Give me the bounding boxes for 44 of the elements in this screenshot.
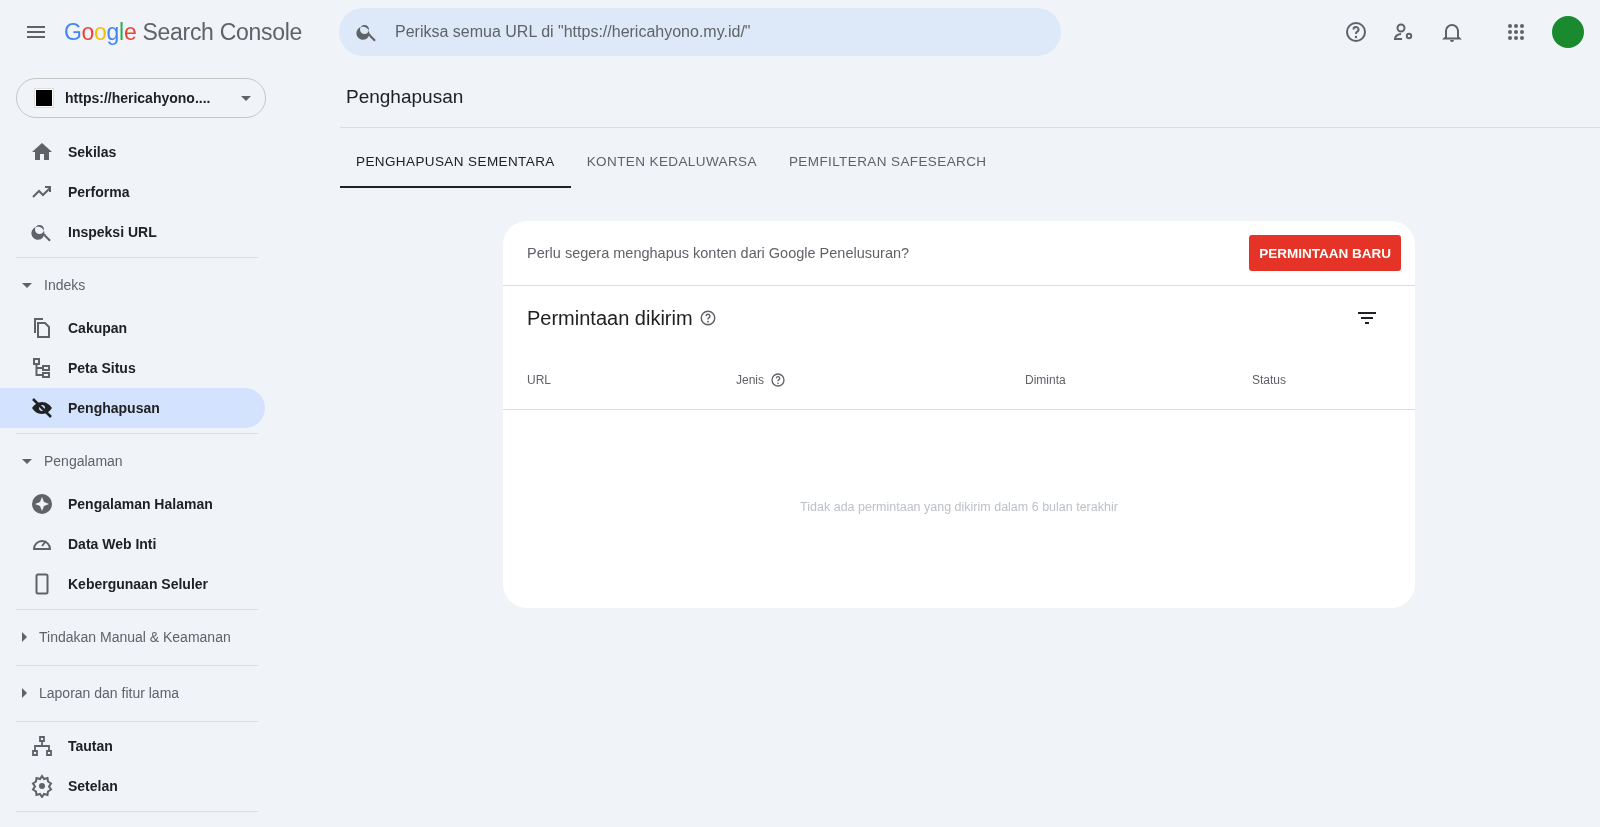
compass-icon xyxy=(30,492,54,516)
empty-message: Tidak ada permintaan yang dikirim dalam 6 bulan terakhir xyxy=(799,499,1119,514)
caret-right-icon[interactable] xyxy=(22,632,27,642)
sidebar-item[interactable]: Inspeksi URL xyxy=(0,212,265,252)
sidebar-item[interactable]: Data Web Inti xyxy=(0,524,265,564)
site-logo-icon xyxy=(35,89,53,107)
sidebar-item[interactable]: Peta Situs xyxy=(0,348,265,388)
sidebar-item[interactable]: Penghapusan xyxy=(0,388,265,428)
column-header: Status xyxy=(1252,372,1287,387)
gauge-icon xyxy=(33,538,51,550)
caret-down-icon[interactable] xyxy=(22,458,32,464)
section-header[interactable]: Laporan dan fitur lama xyxy=(39,685,180,701)
section-header[interactable]: Indeks xyxy=(44,277,86,293)
card-title: Permintaan dikirim xyxy=(527,306,693,330)
search-field[interactable]: Periksa semua URL di "https://hericahyono.my.id/" xyxy=(339,8,1061,56)
column-header: Diminta xyxy=(1025,372,1066,387)
sidebar-item[interactable]: Pengalaman Halaman xyxy=(0,484,265,524)
dropdown-caret-icon xyxy=(241,95,251,101)
tab[interactable]: PEMFILTERAN SAFESEARCH xyxy=(772,136,1003,188)
sidebar-item[interactable]: Cakupan xyxy=(0,308,265,348)
help-icon[interactable] xyxy=(770,371,786,388)
new-request-button[interactable]: PERMINTAAN BARU xyxy=(1249,235,1401,271)
column-header: URL xyxy=(527,372,551,387)
logo[interactable]: Google Search Console xyxy=(64,18,302,46)
sidebar-item[interactable]: Performa xyxy=(0,172,265,212)
section-header[interactable]: Tindakan Manual & Keamanan xyxy=(39,629,231,645)
help-icon[interactable] xyxy=(698,309,717,327)
sidebar-item[interactable]: Sekilas xyxy=(0,132,265,172)
page-title: Penghapusan xyxy=(340,64,1600,128)
avatar[interactable] xyxy=(1552,16,1584,48)
tab[interactable]: PENGHAPUSAN SEMENTARA xyxy=(340,136,571,188)
tab[interactable]: KONTEN KEDALUWARSA xyxy=(570,136,773,188)
eye-slash-icon xyxy=(30,396,54,420)
caret-down-icon[interactable] xyxy=(22,282,32,288)
gear-icon xyxy=(30,774,54,798)
sidebar-item[interactable]: Setelan xyxy=(0,766,265,806)
prompt-text: Perlu segera menghapus konten dari Google Penelusuran? xyxy=(527,245,910,261)
caret-right-icon[interactable] xyxy=(22,688,27,698)
help-icon[interactable] xyxy=(1344,20,1368,44)
sidebar-item[interactable]: Kebergunaan Seluler xyxy=(0,564,265,604)
sidebar-item[interactable]: Tautan xyxy=(0,726,265,766)
section-header[interactable]: Pengalaman xyxy=(44,453,123,469)
network-icon xyxy=(30,734,54,758)
column-header: Jenis xyxy=(736,372,764,387)
